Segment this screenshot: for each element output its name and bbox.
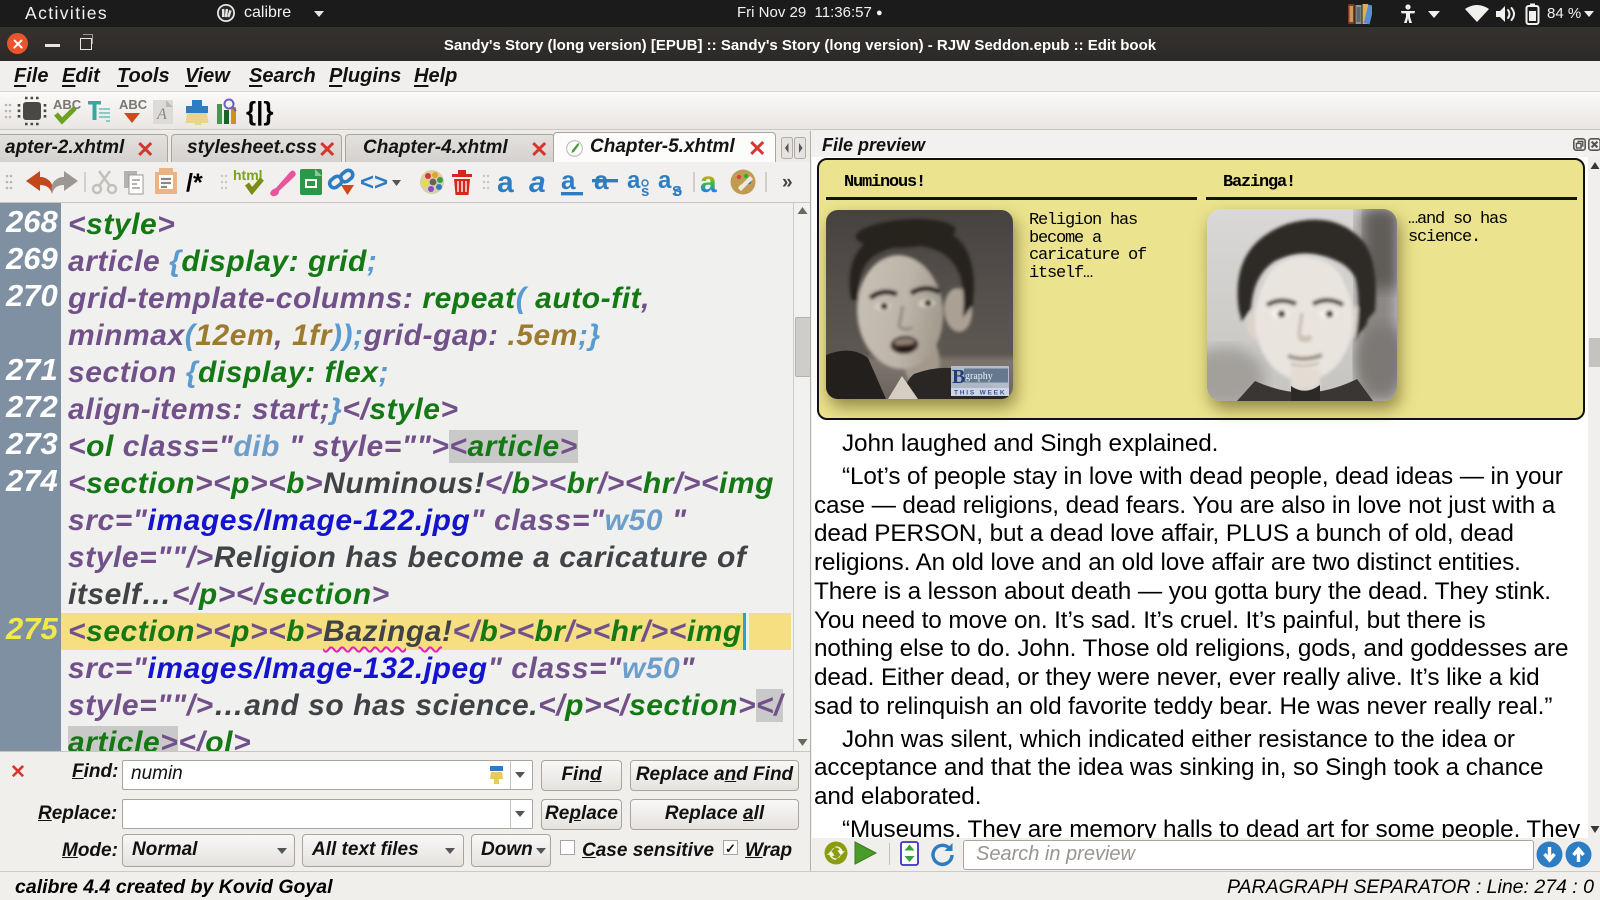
- svg-text:a: a: [529, 166, 546, 199]
- svg-text:/*: /*: [186, 169, 203, 197]
- svg-text:ABC: ABC: [53, 97, 82, 112]
- svg-text:a: a: [497, 166, 514, 199]
- svg-text:»: »: [782, 172, 793, 193]
- svg-text:a: a: [700, 166, 717, 199]
- svg-text:a: a: [658, 167, 672, 194]
- svg-text:A: A: [156, 106, 167, 123]
- svg-text:THIS WEEK: THIS WEEK: [954, 390, 1006, 397]
- svg-text:a: a: [561, 165, 576, 195]
- svg-text:ABC: ABC: [119, 97, 148, 112]
- svg-text:B: B: [952, 366, 965, 388]
- svg-text:{|}: {|}: [246, 96, 274, 126]
- svg-text:graphy: graphy: [965, 371, 993, 382]
- svg-text:<>: <>: [360, 169, 388, 196]
- svg-text:a: a: [627, 167, 641, 194]
